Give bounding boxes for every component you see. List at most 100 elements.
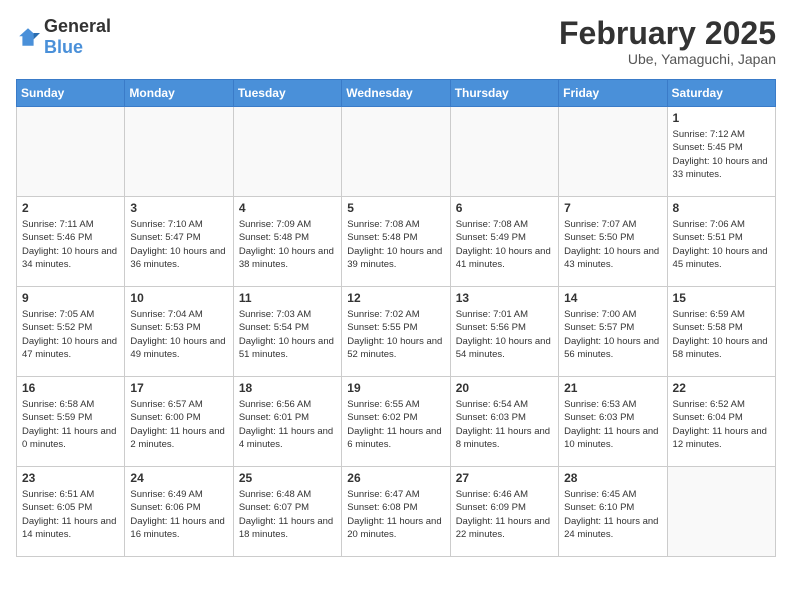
calendar-cell: 21 Sunrise: 6:53 AM Sunset: 6:03 PM Dayli… <box>559 377 667 467</box>
weekday-header-friday: Friday <box>559 80 667 107</box>
day-info: Sunrise: 6:59 AM Sunset: 5:58 PM Dayligh… <box>673 308 770 361</box>
calendar-cell: 27 Sunrise: 6:46 AM Sunset: 6:09 PM Dayli… <box>450 467 558 557</box>
week-row-4: 16 Sunrise: 6:58 AM Sunset: 5:59 PM Dayli… <box>17 377 776 467</box>
week-row-5: 23 Sunrise: 6:51 AM Sunset: 6:05 PM Dayli… <box>17 467 776 557</box>
day-number: 4 <box>239 201 336 215</box>
weekday-header-row: SundayMondayTuesdayWednesdayThursdayFrid… <box>17 80 776 107</box>
day-info: Sunrise: 7:00 AM Sunset: 5:57 PM Dayligh… <box>564 308 661 361</box>
logo: General Blue <box>16 16 111 58</box>
location-subtitle: Ube, Yamaguchi, Japan <box>559 51 776 67</box>
day-info: Sunrise: 6:58 AM Sunset: 5:59 PM Dayligh… <box>22 398 119 451</box>
day-number: 26 <box>347 471 444 485</box>
day-number: 8 <box>673 201 770 215</box>
month-title: February 2025 <box>559 16 776 51</box>
day-info: Sunrise: 7:08 AM Sunset: 5:48 PM Dayligh… <box>347 218 444 271</box>
day-info: Sunrise: 7:03 AM Sunset: 5:54 PM Dayligh… <box>239 308 336 361</box>
day-info: Sunrise: 6:48 AM Sunset: 6:07 PM Dayligh… <box>239 488 336 541</box>
calendar-cell: 18 Sunrise: 6:56 AM Sunset: 6:01 PM Dayli… <box>233 377 341 467</box>
day-info: Sunrise: 7:04 AM Sunset: 5:53 PM Dayligh… <box>130 308 227 361</box>
week-row-3: 9Sunrise: 7:05 AM Sunset: 5:52 PM Daylig… <box>17 287 776 377</box>
day-info: Sunrise: 7:08 AM Sunset: 5:49 PM Dayligh… <box>456 218 553 271</box>
day-number: 15 <box>673 291 770 305</box>
calendar-cell: 26 Sunrise: 6:47 AM Sunset: 6:08 PM Dayli… <box>342 467 450 557</box>
day-info: Sunrise: 7:09 AM Sunset: 5:48 PM Dayligh… <box>239 218 336 271</box>
day-info: Sunrise: 6:55 AM Sunset: 6:02 PM Dayligh… <box>347 398 444 451</box>
calendar-cell: 24 Sunrise: 6:49 AM Sunset: 6:06 PM Dayli… <box>125 467 233 557</box>
calendar-cell: 15 Sunrise: 6:59 AM Sunset: 5:58 PM Dayli… <box>667 287 775 377</box>
day-number: 21 <box>564 381 661 395</box>
calendar-cell: 25 Sunrise: 6:48 AM Sunset: 6:07 PM Dayli… <box>233 467 341 557</box>
day-info: Sunrise: 7:02 AM Sunset: 5:55 PM Dayligh… <box>347 308 444 361</box>
day-number: 3 <box>130 201 227 215</box>
day-number: 23 <box>22 471 119 485</box>
calendar-cell: 9Sunrise: 7:05 AM Sunset: 5:52 PM Daylig… <box>17 287 125 377</box>
calendar-cell: 6 Sunrise: 7:08 AM Sunset: 5:49 PM Daylig… <box>450 197 558 287</box>
day-info: Sunrise: 6:57 AM Sunset: 6:00 PM Dayligh… <box>130 398 227 451</box>
calendar-cell <box>342 107 450 197</box>
day-number: 5 <box>347 201 444 215</box>
calendar-cell: 5 Sunrise: 7:08 AM Sunset: 5:48 PM Daylig… <box>342 197 450 287</box>
calendar-cell: 14 Sunrise: 7:00 AM Sunset: 5:57 PM Dayli… <box>559 287 667 377</box>
calendar-cell: 1 Sunrise: 7:12 AM Sunset: 5:45 PM Daylig… <box>667 107 775 197</box>
day-number: 11 <box>239 291 336 305</box>
day-info: Sunrise: 6:46 AM Sunset: 6:09 PM Dayligh… <box>456 488 553 541</box>
day-info: Sunrise: 6:45 AM Sunset: 6:10 PM Dayligh… <box>564 488 661 541</box>
logo-icon <box>16 25 40 49</box>
day-number: 28 <box>564 471 661 485</box>
calendar-cell <box>559 107 667 197</box>
calendar-cell: 19Sunrise: 6:55 AM Sunset: 6:02 PM Dayli… <box>342 377 450 467</box>
day-number: 25 <box>239 471 336 485</box>
day-number: 17 <box>130 381 227 395</box>
week-row-1: 1 Sunrise: 7:12 AM Sunset: 5:45 PM Daylig… <box>17 107 776 197</box>
day-number: 24 <box>130 471 227 485</box>
day-info: Sunrise: 6:53 AM Sunset: 6:03 PM Dayligh… <box>564 398 661 451</box>
weekday-header-monday: Monday <box>125 80 233 107</box>
day-number: 6 <box>456 201 553 215</box>
day-number: 2 <box>22 201 119 215</box>
day-number: 12 <box>347 291 444 305</box>
day-info: Sunrise: 6:56 AM Sunset: 6:01 PM Dayligh… <box>239 398 336 451</box>
day-number: 13 <box>456 291 553 305</box>
weekday-header-saturday: Saturday <box>667 80 775 107</box>
calendar-cell: 12 Sunrise: 7:02 AM Sunset: 5:55 PM Dayli… <box>342 287 450 377</box>
title-block: February 2025 Ube, Yamaguchi, Japan <box>559 16 776 67</box>
day-number: 1 <box>673 111 770 125</box>
calendar-cell: 13Sunrise: 7:01 AM Sunset: 5:56 PM Dayli… <box>450 287 558 377</box>
calendar-cell <box>450 107 558 197</box>
day-info: Sunrise: 6:49 AM Sunset: 6:06 PM Dayligh… <box>130 488 227 541</box>
calendar-cell <box>233 107 341 197</box>
day-number: 7 <box>564 201 661 215</box>
day-info: Sunrise: 6:51 AM Sunset: 6:05 PM Dayligh… <box>22 488 119 541</box>
weekday-header-sunday: Sunday <box>17 80 125 107</box>
calendar-table: SundayMondayTuesdayWednesdayThursdayFrid… <box>16 79 776 557</box>
day-number: 10 <box>130 291 227 305</box>
calendar-cell: 20 Sunrise: 6:54 AM Sunset: 6:03 PM Dayli… <box>450 377 558 467</box>
weekday-header-thursday: Thursday <box>450 80 558 107</box>
day-number: 20 <box>456 381 553 395</box>
day-info: Sunrise: 7:10 AM Sunset: 5:47 PM Dayligh… <box>130 218 227 271</box>
logo-text: General Blue <box>44 16 111 58</box>
calendar-cell <box>125 107 233 197</box>
calendar-cell: 3 Sunrise: 7:10 AM Sunset: 5:47 PM Daylig… <box>125 197 233 287</box>
day-info: Sunrise: 7:07 AM Sunset: 5:50 PM Dayligh… <box>564 218 661 271</box>
calendar-cell: 22 Sunrise: 6:52 AM Sunset: 6:04 PM Dayli… <box>667 377 775 467</box>
day-number: 27 <box>456 471 553 485</box>
day-info: Sunrise: 7:12 AM Sunset: 5:45 PM Dayligh… <box>673 128 770 181</box>
day-info: Sunrise: 6:52 AM Sunset: 6:04 PM Dayligh… <box>673 398 770 451</box>
day-number: 16 <box>22 381 119 395</box>
weekday-header-tuesday: Tuesday <box>233 80 341 107</box>
calendar-cell: 23 Sunrise: 6:51 AM Sunset: 6:05 PM Dayli… <box>17 467 125 557</box>
day-info: Sunrise: 6:47 AM Sunset: 6:08 PM Dayligh… <box>347 488 444 541</box>
day-number: 18 <box>239 381 336 395</box>
calendar-cell <box>667 467 775 557</box>
calendar-cell <box>17 107 125 197</box>
day-number: 22 <box>673 381 770 395</box>
day-info: Sunrise: 7:06 AM Sunset: 5:51 PM Dayligh… <box>673 218 770 271</box>
calendar-cell: 10 Sunrise: 7:04 AM Sunset: 5:53 PM Dayli… <box>125 287 233 377</box>
day-info: Sunrise: 6:54 AM Sunset: 6:03 PM Dayligh… <box>456 398 553 451</box>
day-info: Sunrise: 7:05 AM Sunset: 5:52 PM Dayligh… <box>22 308 119 361</box>
calendar-cell: 17 Sunrise: 6:57 AM Sunset: 6:00 PM Dayli… <box>125 377 233 467</box>
day-number: 14 <box>564 291 661 305</box>
calendar-cell: 28 Sunrise: 6:45 AM Sunset: 6:10 PM Dayli… <box>559 467 667 557</box>
calendar-cell: 4 Sunrise: 7:09 AM Sunset: 5:48 PM Daylig… <box>233 197 341 287</box>
